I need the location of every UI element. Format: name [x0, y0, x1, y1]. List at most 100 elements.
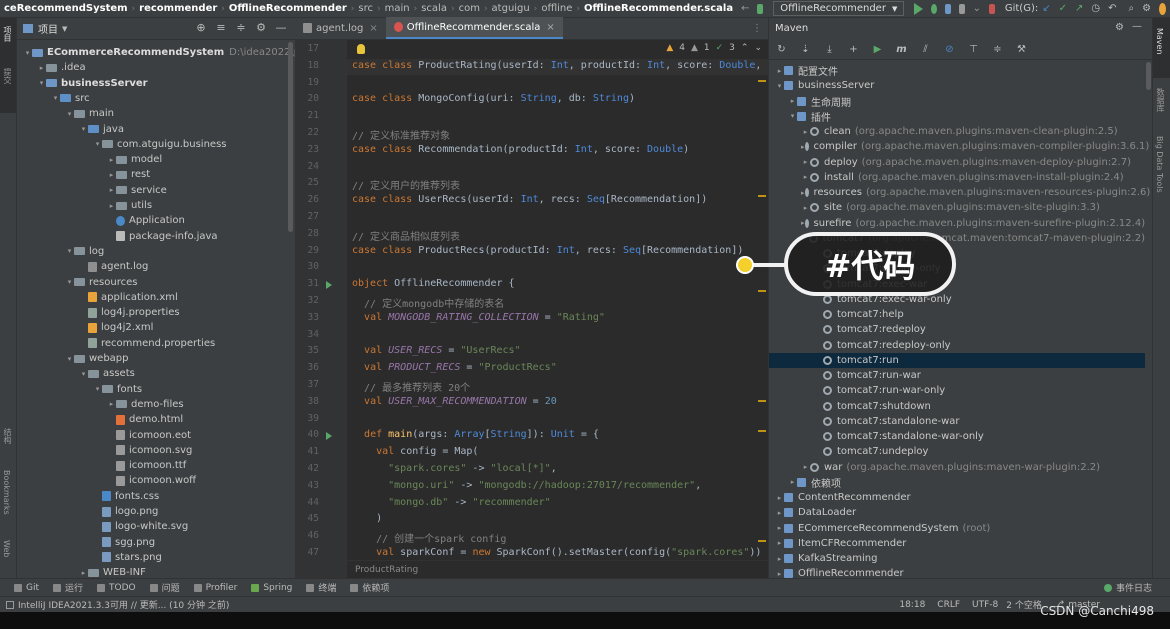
tree-item[interactable]: ▾ businessServer	[17, 76, 148, 91]
tree-item[interactable]: stars.png	[17, 550, 162, 565]
code-line[interactable]: object OfflineRecommender {	[352, 278, 515, 289]
maven-tree-item[interactable]: ▸ site (org.apache.maven.plugins:maven-sit…	[769, 200, 1145, 215]
tree-item[interactable]: log4j.properties	[17, 305, 180, 320]
collapsed-arrow-icon[interactable]: ▸	[775, 524, 784, 532]
collapsed-arrow-icon[interactable]: ▸	[801, 143, 805, 151]
breadcrumb-com[interactable]: com	[455, 3, 484, 14]
expanded-arrow-icon[interactable]: ▾	[23, 49, 32, 57]
tree-item[interactable]: agent.log	[17, 259, 148, 274]
line-separator[interactable]: CRLF	[937, 600, 960, 610]
maven-tree-item[interactable]: ▸ clean (org.apache.maven.plugins:maven-cl…	[769, 124, 1145, 139]
tree-item[interactable]: ▸ rest	[17, 167, 150, 182]
back-icon[interactable]: ←	[741, 3, 749, 15]
maven-tree-item[interactable]: tomcat7:run-war	[769, 368, 1145, 383]
maven-tree-item[interactable]: ▸ install (org.apache.maven.plugins:maven-…	[769, 170, 1145, 185]
maven-tree-item[interactable]: ▾ 插件	[769, 109, 1145, 124]
warning-stripe-marker[interactable]	[758, 80, 766, 82]
maven-tree-item[interactable]: ▸ 生命周期	[769, 94, 1145, 109]
warning-stripe-marker[interactable]	[758, 195, 766, 197]
dependencies-tool-button[interactable]: 依赖项	[350, 581, 389, 594]
tree-item[interactable]: logo.png	[17, 504, 158, 519]
tree-item[interactable]: ▾ src	[17, 91, 90, 106]
expanded-arrow-icon[interactable]: ▾	[79, 125, 88, 133]
tree-item[interactable]: log4j2.xml	[17, 320, 153, 335]
maven-tree-item[interactable]: ▸ surefire (org.apache.maven.plugins:maven…	[769, 216, 1145, 231]
tree-item[interactable]: package-info.java	[17, 229, 218, 244]
stop-icon[interactable]	[989, 3, 995, 14]
tree-item[interactable]: ▾ log	[17, 244, 105, 259]
collapsed-arrow-icon[interactable]: ▸	[775, 539, 784, 547]
bookmarks-tool-label[interactable]: Bookmarks	[2, 470, 11, 515]
warning-stripe-marker[interactable]	[758, 400, 766, 402]
maven-tree-item[interactable]: tomcat7:undeploy	[769, 444, 1145, 459]
prev-highlight-icon[interactable]: ⌃	[741, 43, 749, 53]
tree-item[interactable]: ▾ assets	[17, 366, 135, 381]
profile-icon[interactable]	[958, 3, 965, 14]
download-icon[interactable]: ⤓	[823, 43, 836, 56]
breadcrumb-src[interactable]: src	[354, 3, 377, 14]
maven-tree-item[interactable]: tomcat7:redeploy	[769, 322, 1145, 337]
breadcrumb-project[interactable]: ceRecommendSystem	[0, 3, 132, 14]
code-line[interactable]: def main(args: Array[String]): Unit = {	[352, 429, 599, 440]
expand-all-icon[interactable]: ≑	[235, 22, 247, 34]
collapsed-arrow-icon[interactable]: ▸	[107, 171, 116, 179]
maven-tree-item[interactable]: ▸ ECommerceRecommendSystem (root)	[769, 521, 1145, 536]
code-line[interactable]: "mongo.db" -> "recommender"	[352, 497, 551, 508]
gutter-run-icon[interactable]	[326, 281, 332, 290]
warning-stripe-marker[interactable]	[758, 430, 766, 432]
debug-icon[interactable]	[931, 3, 938, 14]
breadcrumb-main[interactable]: main	[381, 3, 414, 14]
tree-item[interactable]: icomoon.ttf	[17, 458, 186, 473]
expanded-arrow-icon[interactable]: ▾	[65, 247, 74, 255]
indent-setting[interactable]: 2 个空格	[1006, 598, 1042, 611]
maven-tree-item[interactable]: ▸ ItemCFRecommender	[769, 536, 1145, 551]
code-editor[interactable]: 17 18 19 20 21 22 23 24 25 26 27 28 29 30 31 32 33 34 35 36…	[295, 40, 768, 578]
maven-tree-item[interactable]: tomcat7:help	[769, 307, 1145, 322]
tree-item[interactable]: icomoon.woff	[17, 473, 196, 488]
hide-panel-icon[interactable]: —	[275, 22, 287, 34]
maven-tree-item[interactable]: tomcat7:standalone-war-only	[769, 429, 1145, 444]
maven-tree-item[interactable]: tomcat7:standalone-war	[769, 414, 1145, 429]
collapsed-arrow-icon[interactable]: ▸	[107, 156, 116, 164]
maven-tool-label[interactable]: Maven	[1155, 28, 1164, 55]
code-line[interactable]: val USER_MAX_RECOMMENDATION = 20	[352, 396, 557, 407]
maven-tree-item[interactable]: ▸ KafkaStreaming	[769, 551, 1145, 566]
maven-tree-item[interactable]: tomcat7:redeploy-only	[769, 338, 1145, 353]
gutter-run-icon[interactable]	[326, 432, 332, 441]
tab-agent-log[interactable]: agent.log ×	[295, 17, 386, 39]
tree-item[interactable]: demo.html	[17, 412, 183, 427]
git-update-icon[interactable]: ↙	[1042, 3, 1050, 15]
more-run-icon[interactable]: ⌄	[973, 3, 981, 15]
collapsed-arrow-icon[interactable]: ▸	[801, 204, 810, 212]
tree-item[interactable]: application.xml	[17, 290, 178, 305]
collapsed-arrow-icon[interactable]: ▸	[788, 97, 797, 105]
git-tool-button[interactable]: Git	[14, 583, 39, 593]
breadcrumb-atguigu[interactable]: atguigu	[488, 3, 534, 14]
code-line[interactable]: // 定义商品相似度列表	[352, 228, 460, 243]
code-line[interactable]: "mongo.uri" -> "mongodb://hadoop:27017/r…	[352, 480, 701, 491]
code-line[interactable]: // 创建一个spark config	[352, 530, 506, 545]
next-highlight-icon[interactable]: ⌄	[754, 43, 762, 53]
problems-tool-button[interactable]: 问题	[149, 581, 180, 594]
add-icon[interactable]: +	[847, 43, 860, 56]
breadcrumb-submodule[interactable]: OfflineRecommender	[225, 3, 351, 14]
tree-item[interactable]: fonts.css	[17, 489, 159, 504]
tree-item[interactable]: Application	[17, 213, 185, 228]
maven-tree-item[interactable]: ▸ 依赖项	[769, 475, 1145, 490]
maven-tree-item[interactable]: ▸ ContentRecommender	[769, 490, 1145, 505]
code-line[interactable]: case class ProductRating(userId: Int, pr…	[352, 60, 761, 71]
run-icon[interactable]: ▶	[871, 43, 884, 56]
tree-item[interactable]: ▾ java	[17, 122, 124, 137]
breadcrumb-file[interactable]: OfflineRecommender.scala	[580, 3, 737, 14]
locate-icon[interactable]: ⊕	[195, 22, 207, 34]
web-tool-label[interactable]: Web	[2, 540, 11, 557]
bigdata-tool-label[interactable]: Big Data Tools	[1155, 136, 1164, 193]
tree-item[interactable]: ▸ WEB-INF	[17, 565, 146, 578]
coverage-icon[interactable]	[945, 3, 951, 14]
tree-item[interactable]: ▾ com.atguigu.business	[17, 137, 227, 152]
breadcrumb-class[interactable]: ProductRating	[355, 565, 418, 575]
intention-bulb-icon[interactable]	[357, 44, 365, 54]
options-gear-icon[interactable]: ⚙	[255, 22, 267, 34]
warning-stripe-marker[interactable]	[758, 290, 766, 292]
todo-tool-button[interactable]: TODO	[97, 583, 136, 593]
